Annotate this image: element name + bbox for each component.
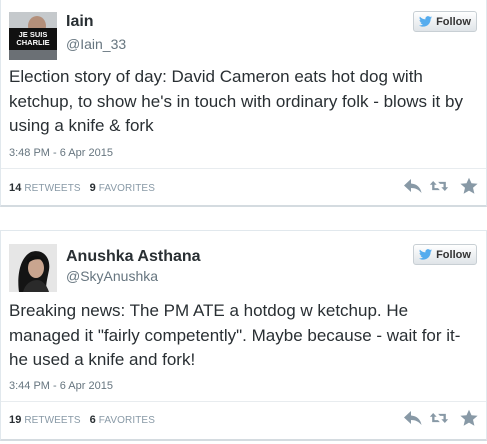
favorite-count-label: FAVORITES xyxy=(98,415,155,426)
avatar-image: JE SUIS CHARLIE xyxy=(9,12,57,60)
avatar[interactable] xyxy=(9,244,57,292)
retweet-count-label: RETWEETS xyxy=(24,415,81,426)
tweet-timestamp[interactable]: 3:44 PM - 6 Apr 2015 xyxy=(9,380,113,392)
favorite-count[interactable]: 9 xyxy=(90,182,96,194)
tweet-text: Election story of day: David Cameron eat… xyxy=(9,67,463,135)
twitter-bird-icon xyxy=(419,249,433,260)
avatar-text-line2: CHARLIE xyxy=(16,38,49,47)
tweet-card: JE SUIS CHARLIE Iain @Iain_33 Follow Ele… xyxy=(0,0,487,207)
tweet-text: Breaking news: The PM ATE a hotdog w ket… xyxy=(9,301,461,369)
reply-icon[interactable] xyxy=(403,177,423,195)
avatar-image xyxy=(9,244,57,292)
retweet-icon[interactable] xyxy=(429,409,449,427)
avatar[interactable]: JE SUIS CHARLIE xyxy=(9,12,57,60)
divider xyxy=(1,168,486,169)
follow-label: Follow xyxy=(436,248,471,261)
tweet-actions xyxy=(403,409,479,427)
author-handle[interactable]: @Iain_33 xyxy=(66,36,126,52)
favorite-count-label: FAVORITES xyxy=(98,183,155,194)
author-handle[interactable]: @SkyAnushka xyxy=(66,268,158,284)
tweet-stats: 19 RETWEETS 6 FAVORITES xyxy=(9,414,155,426)
reply-icon[interactable] xyxy=(403,409,423,427)
star-icon[interactable] xyxy=(459,177,479,195)
follow-label: Follow xyxy=(436,15,471,28)
favorite-count[interactable]: 6 xyxy=(90,414,96,426)
author-name[interactable]: Anushka Asthana xyxy=(66,248,201,266)
tweet-timestamp[interactable]: 3:48 PM - 6 Apr 2015 xyxy=(9,147,113,159)
twitter-bird-icon xyxy=(419,16,433,27)
tweet-actions xyxy=(403,177,479,195)
tweet-stats: 14 RETWEETS 9 FAVORITES xyxy=(9,182,155,194)
tweet-card: Anushka Asthana @SkyAnushka Follow Break… xyxy=(0,230,487,441)
divider xyxy=(1,401,486,402)
retweet-count[interactable]: 14 xyxy=(9,182,21,194)
follow-button[interactable]: Follow xyxy=(413,244,477,265)
retweet-count-label: RETWEETS xyxy=(24,183,81,194)
author-name[interactable]: Iain xyxy=(66,13,94,31)
retweet-icon[interactable] xyxy=(429,177,449,195)
retweet-count[interactable]: 19 xyxy=(9,414,21,426)
follow-button[interactable]: Follow xyxy=(413,11,477,32)
star-icon[interactable] xyxy=(459,409,479,427)
